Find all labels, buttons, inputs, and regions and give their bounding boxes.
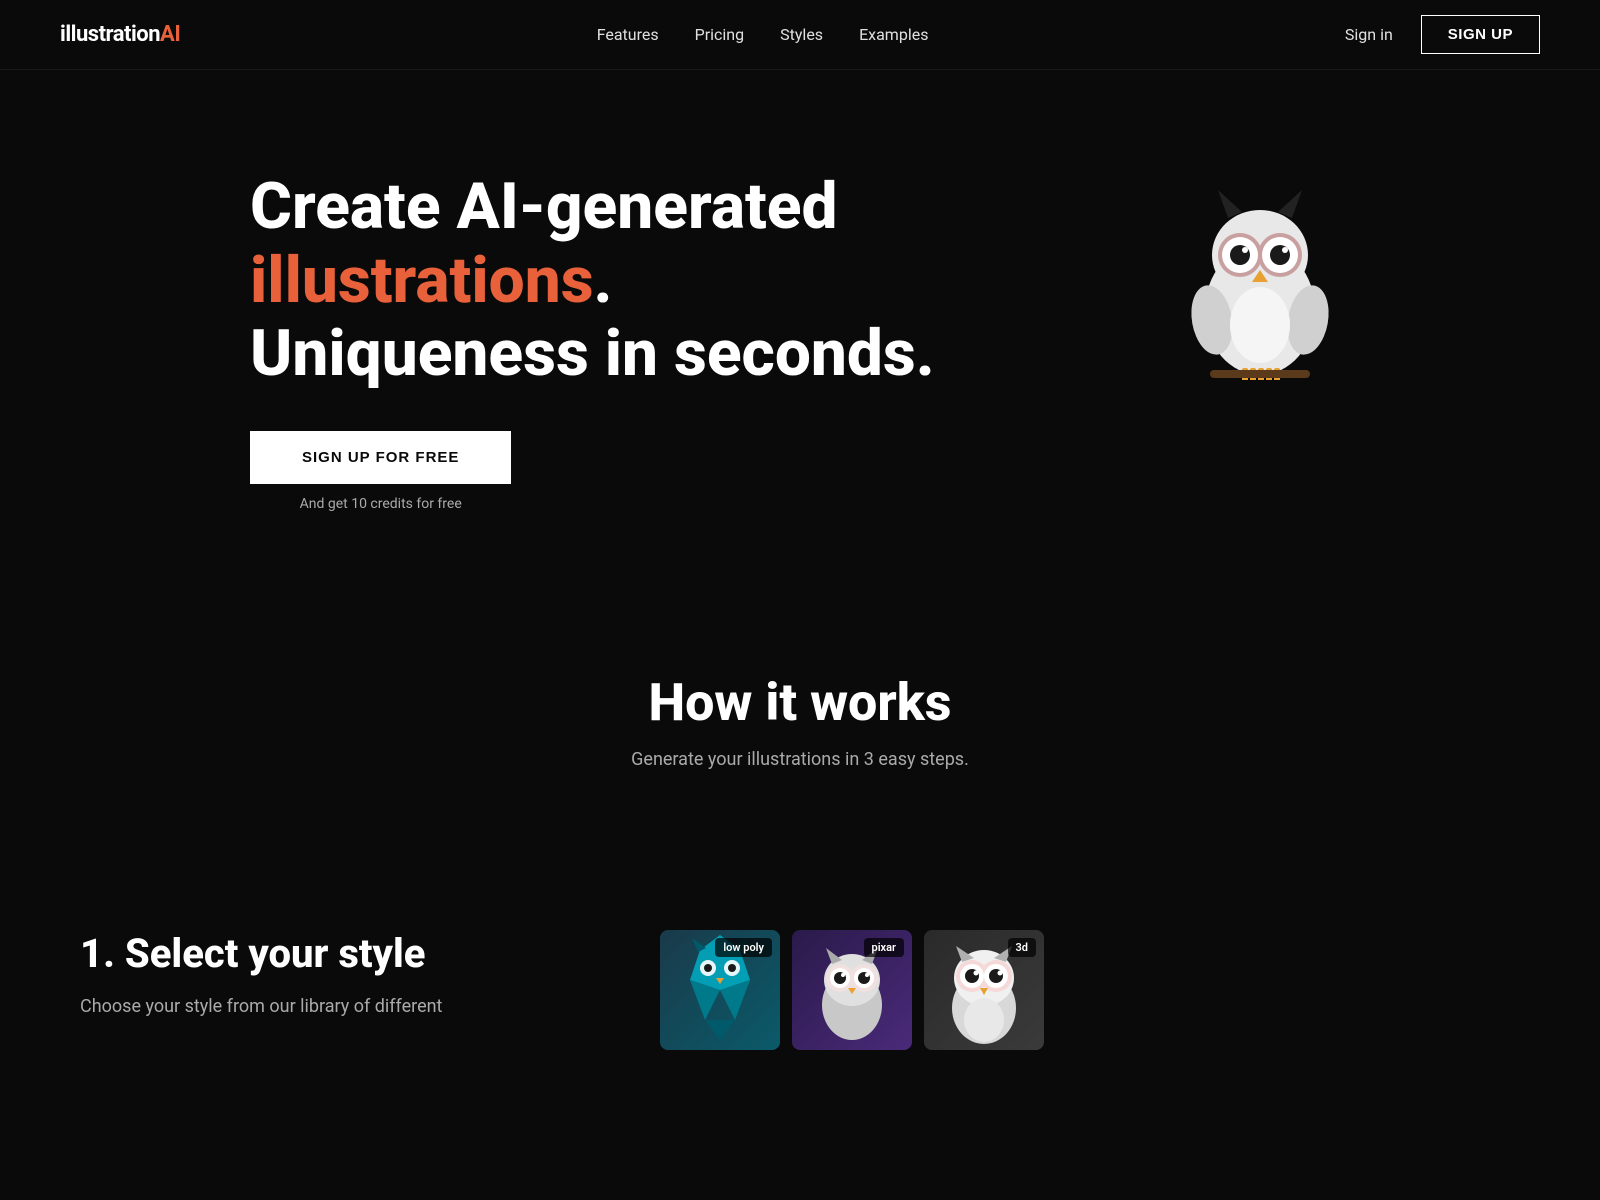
- style-card-pixar[interactable]: pixar: [792, 930, 912, 1050]
- nav-links: Features Pricing Styles Examples: [597, 25, 929, 44]
- hero-title-dot: .: [594, 243, 613, 318]
- owl-illustration: [1180, 180, 1340, 380]
- navbar: illustrationAI Features Pricing Styles E…: [0, 0, 1600, 70]
- hero-title-line2: Uniqueness in seconds.: [250, 316, 935, 391]
- signup-button[interactable]: SIGN UP: [1421, 15, 1540, 54]
- how-it-works-heading: How it works: [40, 672, 1560, 733]
- hero-text: Create AI-generated illustrations. Uniqu…: [250, 160, 1150, 532]
- style-badge-lowpoly: low poly: [715, 938, 772, 957]
- hero-title: Create AI-generated illustrations. Uniqu…: [250, 170, 1150, 391]
- sign-in-link[interactable]: Sign in: [1345, 25, 1393, 44]
- nav-actions: Sign in SIGN UP: [1345, 15, 1540, 54]
- step1-title: 1. Select your style: [80, 930, 580, 977]
- cta-subtext: And get 10 credits for free: [300, 496, 462, 512]
- nav-item-features[interactable]: Features: [597, 25, 659, 44]
- hero-content: Create AI-generated illustrations. Uniqu…: [40, 160, 1560, 532]
- hero-title-part1: Create AI-generated: [250, 169, 838, 244]
- hero-section: Create AI-generated illustrations. Uniqu…: [0, 70, 1600, 592]
- style-card-3d[interactable]: 3d: [924, 930, 1044, 1050]
- hero-cta: SIGN UP FOR FREE And get 10 credits for …: [250, 431, 511, 512]
- nav-item-examples[interactable]: Examples: [859, 25, 928, 44]
- logo-text-orange: AI: [160, 22, 180, 47]
- style-badge-3d: 3d: [1008, 938, 1036, 957]
- step1-style-cards: low poly pixar: [660, 930, 1520, 1050]
- nav-item-pricing[interactable]: Pricing: [695, 25, 745, 44]
- style-badge-pixar: pixar: [864, 938, 904, 957]
- step1-section: 1. Select your style Choose your style f…: [0, 890, 1600, 1110]
- how-it-works-subtitle: Generate your illustrations in 3 easy st…: [40, 749, 1560, 770]
- hero-owl-image: [1150, 160, 1350, 380]
- cta-signup-button[interactable]: SIGN UP FOR FREE: [250, 431, 511, 484]
- style-card-lowpoly[interactable]: low poly: [660, 930, 780, 1050]
- hero-title-highlight: illustrations: [250, 243, 594, 318]
- logo[interactable]: illustrationAI: [60, 22, 180, 47]
- how-it-works-section: How it works Generate your illustrations…: [0, 592, 1600, 890]
- step1-text: 1. Select your style Choose your style f…: [80, 930, 580, 1020]
- nav-item-styles[interactable]: Styles: [780, 25, 823, 44]
- step1-description: Choose your style from our library of di…: [80, 993, 580, 1020]
- logo-text-white: illustration: [60, 22, 160, 47]
